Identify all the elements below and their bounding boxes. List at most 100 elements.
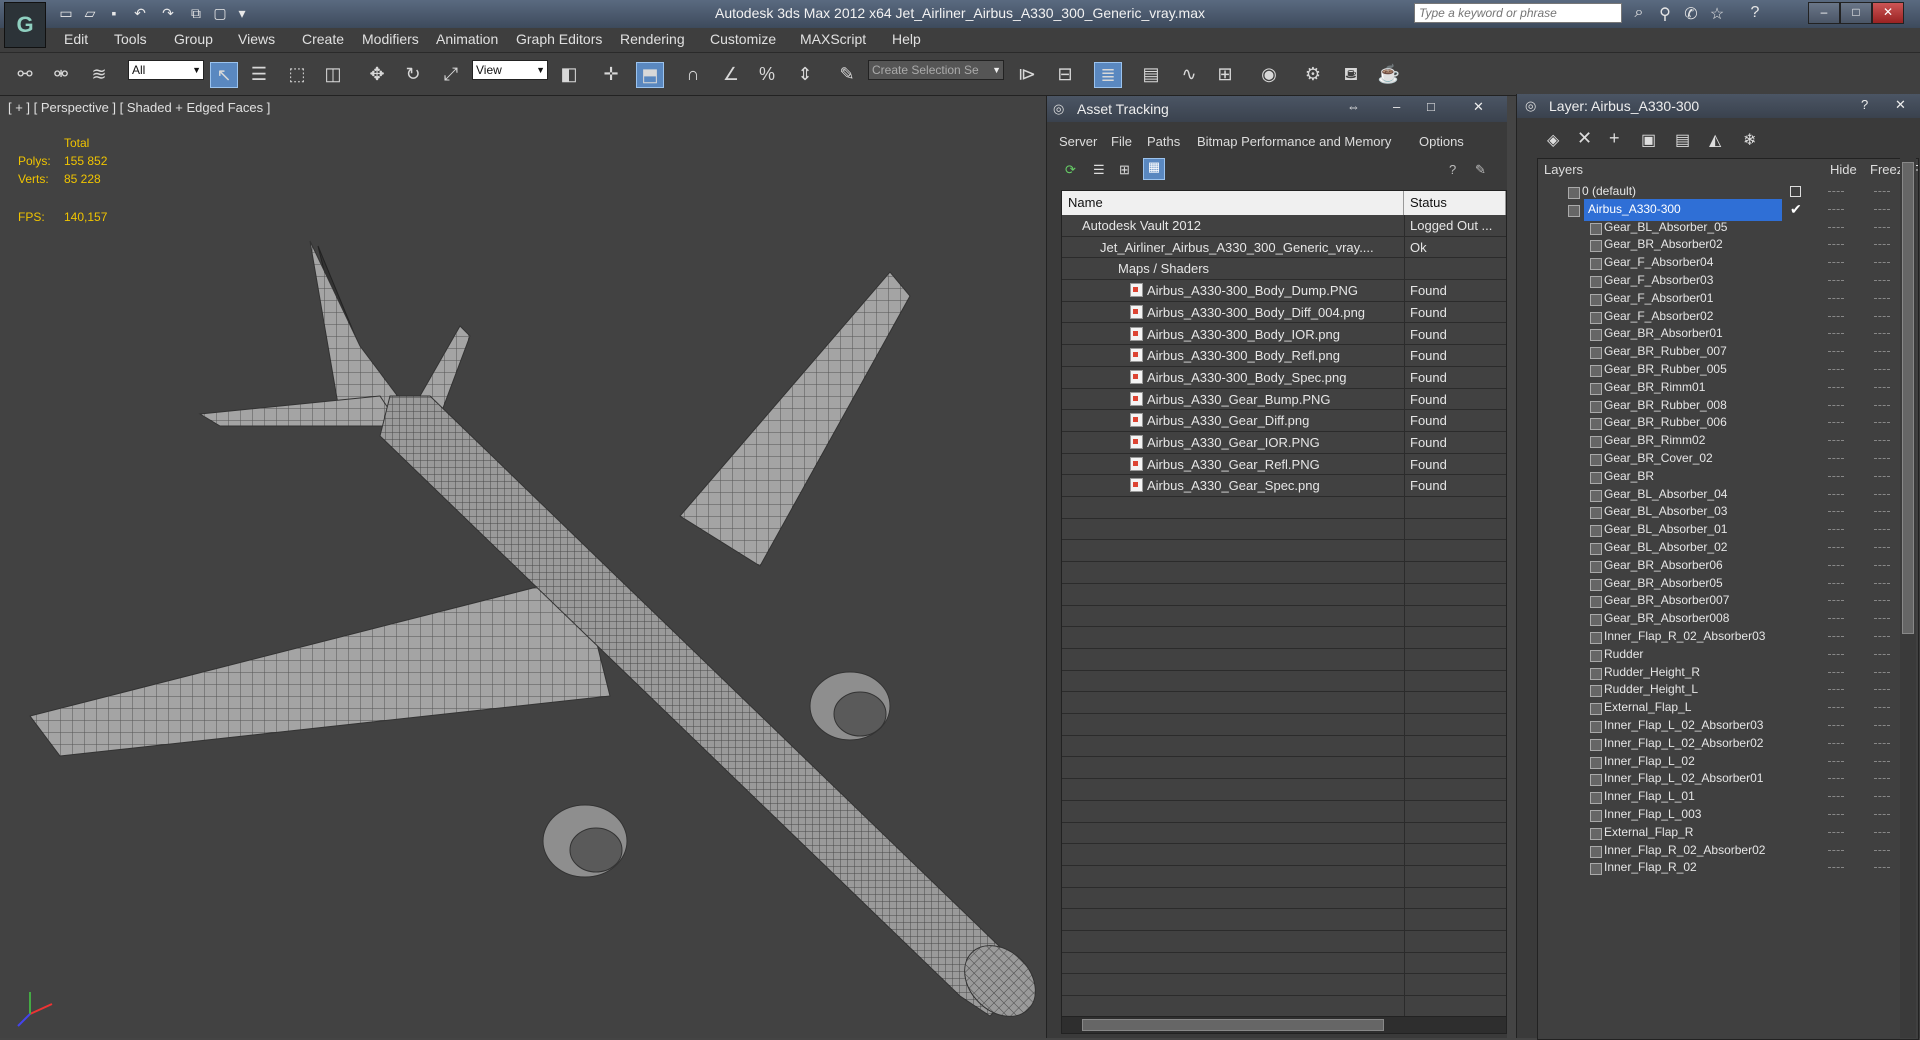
rectangular-selection-icon[interactable]: ⬚ <box>284 62 310 86</box>
highlight-selected-layer-icon[interactable]: ▤ <box>1675 130 1690 150</box>
reference-coordinate-dropdown[interactable]: View ▼ <box>472 60 548 80</box>
close-button[interactable]: ✕ <box>1872 2 1904 24</box>
hide-toggle[interactable] <box>1828 867 1844 869</box>
asset-row[interactable]: Airbus_A330-300_Body_IOR.png Found <box>1062 324 1506 346</box>
window-crossing-icon[interactable]: ◫ <box>320 62 346 86</box>
freeze-toggle[interactable] <box>1874 618 1890 620</box>
hide-toggle[interactable] <box>1828 760 1844 763</box>
pin-icon[interactable]: ⇔ <box>1347 99 1360 114</box>
menu-graph-editors[interactable]: Graph Editors <box>516 31 602 47</box>
layer-manager-icon[interactable]: ≣ <box>1094 62 1122 88</box>
column-header-status[interactable]: Status <box>1404 191 1506 215</box>
layer-help-icon[interactable]: ? <box>1861 97 1868 112</box>
hide-toggle[interactable] <box>1828 422 1844 424</box>
horizontal-scrollbar[interactable] <box>1061 1016 1507 1034</box>
mirror-icon[interactable]: ⧐ <box>1014 62 1040 86</box>
column-header-name[interactable]: Name <box>1062 191 1404 215</box>
hide-toggle[interactable] <box>1828 618 1844 620</box>
freeze-toggle[interactable] <box>1874 458 1890 460</box>
menu-customize[interactable]: Customize <box>710 31 776 47</box>
menu-maxscript[interactable]: MAXScript <box>800 31 866 47</box>
freeze-toggle[interactable] <box>1874 831 1890 834</box>
freeze-toggle[interactable] <box>1874 262 1890 264</box>
freeze-toggle[interactable] <box>1874 244 1890 246</box>
asset-row[interactable]: Airbus_A330-300_Body_Refl.png Found <box>1062 345 1506 367</box>
binoculars-icon[interactable]: ⌕ <box>1628 4 1650 22</box>
selection-filter-dropdown[interactable]: All ▼ <box>128 60 204 80</box>
spinner-snap-icon[interactable]: ⇕ <box>792 62 818 86</box>
column-header-hide[interactable]: Hide <box>1830 159 1857 181</box>
asset-row[interactable]: Airbus_A330_Gear_IOR.PNG Found <box>1062 432 1506 454</box>
snaps-toggle-icon[interactable]: ∩ <box>680 62 706 86</box>
hide-toggle[interactable] <box>1828 689 1844 691</box>
list-view-icon[interactable]: ☰ <box>1093 162 1105 178</box>
freeze-toggle[interactable] <box>1874 707 1890 709</box>
select-manipulate-icon[interactable]: ✛ <box>598 62 624 86</box>
perspective-viewport[interactable]: [ + ] [ Perspective ] [ Shaded + Edged F… <box>0 96 1046 1038</box>
bind-space-warp-icon[interactable]: ≋ <box>86 62 112 86</box>
viewport-layout-icon[interactable]: ▢ <box>210 4 230 22</box>
keyboard-shortcut-override-icon[interactable]: ⬒ <box>636 62 664 88</box>
help-icon[interactable]: ? <box>1744 4 1766 22</box>
asset-row[interactable]: Maps / Shaders <box>1062 258 1506 281</box>
pin-panel-icon[interactable]: ✎ <box>1475 162 1486 178</box>
freeze-toggle[interactable] <box>1874 564 1890 567</box>
hide-toggle[interactable] <box>1828 547 1844 549</box>
freeze-toggle[interactable] <box>1874 351 1890 353</box>
create-layer-icon[interactable]: ◈ <box>1547 130 1559 150</box>
hide-toggle[interactable] <box>1828 458 1844 460</box>
hide-toggle[interactable] <box>1828 440 1844 442</box>
menu-server[interactable]: Server <box>1059 134 1097 149</box>
hide-toggle[interactable] <box>1828 191 1844 193</box>
panel-close-icon[interactable]: ✕ <box>1473 99 1484 115</box>
schematic-view-icon[interactable]: ⊞ <box>1212 62 1238 86</box>
hide-toggle[interactable] <box>1828 333 1844 335</box>
hide-toggle[interactable] <box>1828 351 1844 353</box>
hide-toggle[interactable] <box>1828 280 1844 282</box>
graphite-ribbon-icon[interactable]: ▤ <box>1138 62 1164 86</box>
asset-tracking-title-bar[interactable]: ◎ Asset Tracking ⇔ – □ ✕ <box>1047 96 1507 122</box>
rotate-icon[interactable]: ↻ <box>400 62 426 86</box>
key-icon[interactable]: ⚲ <box>1654 4 1676 24</box>
hide-toggle[interactable] <box>1828 262 1844 264</box>
freeze-toggle[interactable] <box>1874 369 1890 371</box>
asset-row[interactable]: Airbus_A330_Gear_Bump.PNG Found <box>1062 389 1506 411</box>
menu-animation[interactable]: Animation <box>436 31 498 47</box>
freeze-toggle[interactable] <box>1874 849 1890 852</box>
search-input[interactable] <box>1414 3 1622 23</box>
menu-options[interactable]: Options <box>1419 134 1464 149</box>
menu-rendering[interactable]: Rendering <box>620 31 685 47</box>
hide-toggle[interactable] <box>1828 778 1844 780</box>
freeze-toggle[interactable] <box>1874 493 1890 496</box>
freeze-toggle[interactable] <box>1874 814 1890 816</box>
asset-row[interactable]: Airbus_A330_Gear_Diff.png Found <box>1062 410 1506 432</box>
scroll-thumb[interactable] <box>1082 1019 1384 1031</box>
menu-file[interactable]: File <box>1111 134 1132 149</box>
freeze-toggle[interactable] <box>1874 796 1890 798</box>
hide-toggle[interactable] <box>1828 831 1844 834</box>
freeze-toggle[interactable] <box>1874 529 1890 531</box>
hide-toggle[interactable] <box>1828 493 1844 496</box>
hide-unhide-all-icon[interactable]: ◭ <box>1709 130 1721 150</box>
render-production-icon[interactable]: ☕ <box>1376 62 1402 86</box>
layer-vertical-scrollbar[interactable] <box>1900 158 1916 1038</box>
select-objects-in-layer-icon[interactable]: ▣ <box>1641 130 1656 150</box>
hide-toggle[interactable] <box>1828 315 1844 318</box>
freeze-toggle[interactable] <box>1874 725 1890 727</box>
menu-views[interactable]: Views <box>238 31 275 47</box>
quick-access-dropdown-icon[interactable]: ▾ <box>232 4 252 22</box>
hide-toggle[interactable] <box>1828 244 1844 246</box>
communication-icon[interactable]: ✆ <box>1680 4 1702 24</box>
hide-toggle[interactable] <box>1828 386 1844 389</box>
freeze-toggle[interactable] <box>1874 475 1890 478</box>
freeze-toggle[interactable] <box>1874 297 1890 300</box>
select-object-icon[interactable]: ↖ <box>210 62 238 88</box>
freeze-toggle[interactable] <box>1874 547 1890 549</box>
menu-tools[interactable]: Tools <box>114 31 147 47</box>
column-header-layers[interactable]: Layers <box>1544 159 1583 181</box>
hide-toggle[interactable] <box>1828 369 1844 371</box>
hide-toggle[interactable] <box>1828 600 1844 602</box>
menu-modifiers[interactable]: Modifiers <box>362 31 419 47</box>
freeze-toggle[interactable] <box>1874 867 1890 869</box>
menu-edit[interactable]: Edit <box>64 31 88 47</box>
